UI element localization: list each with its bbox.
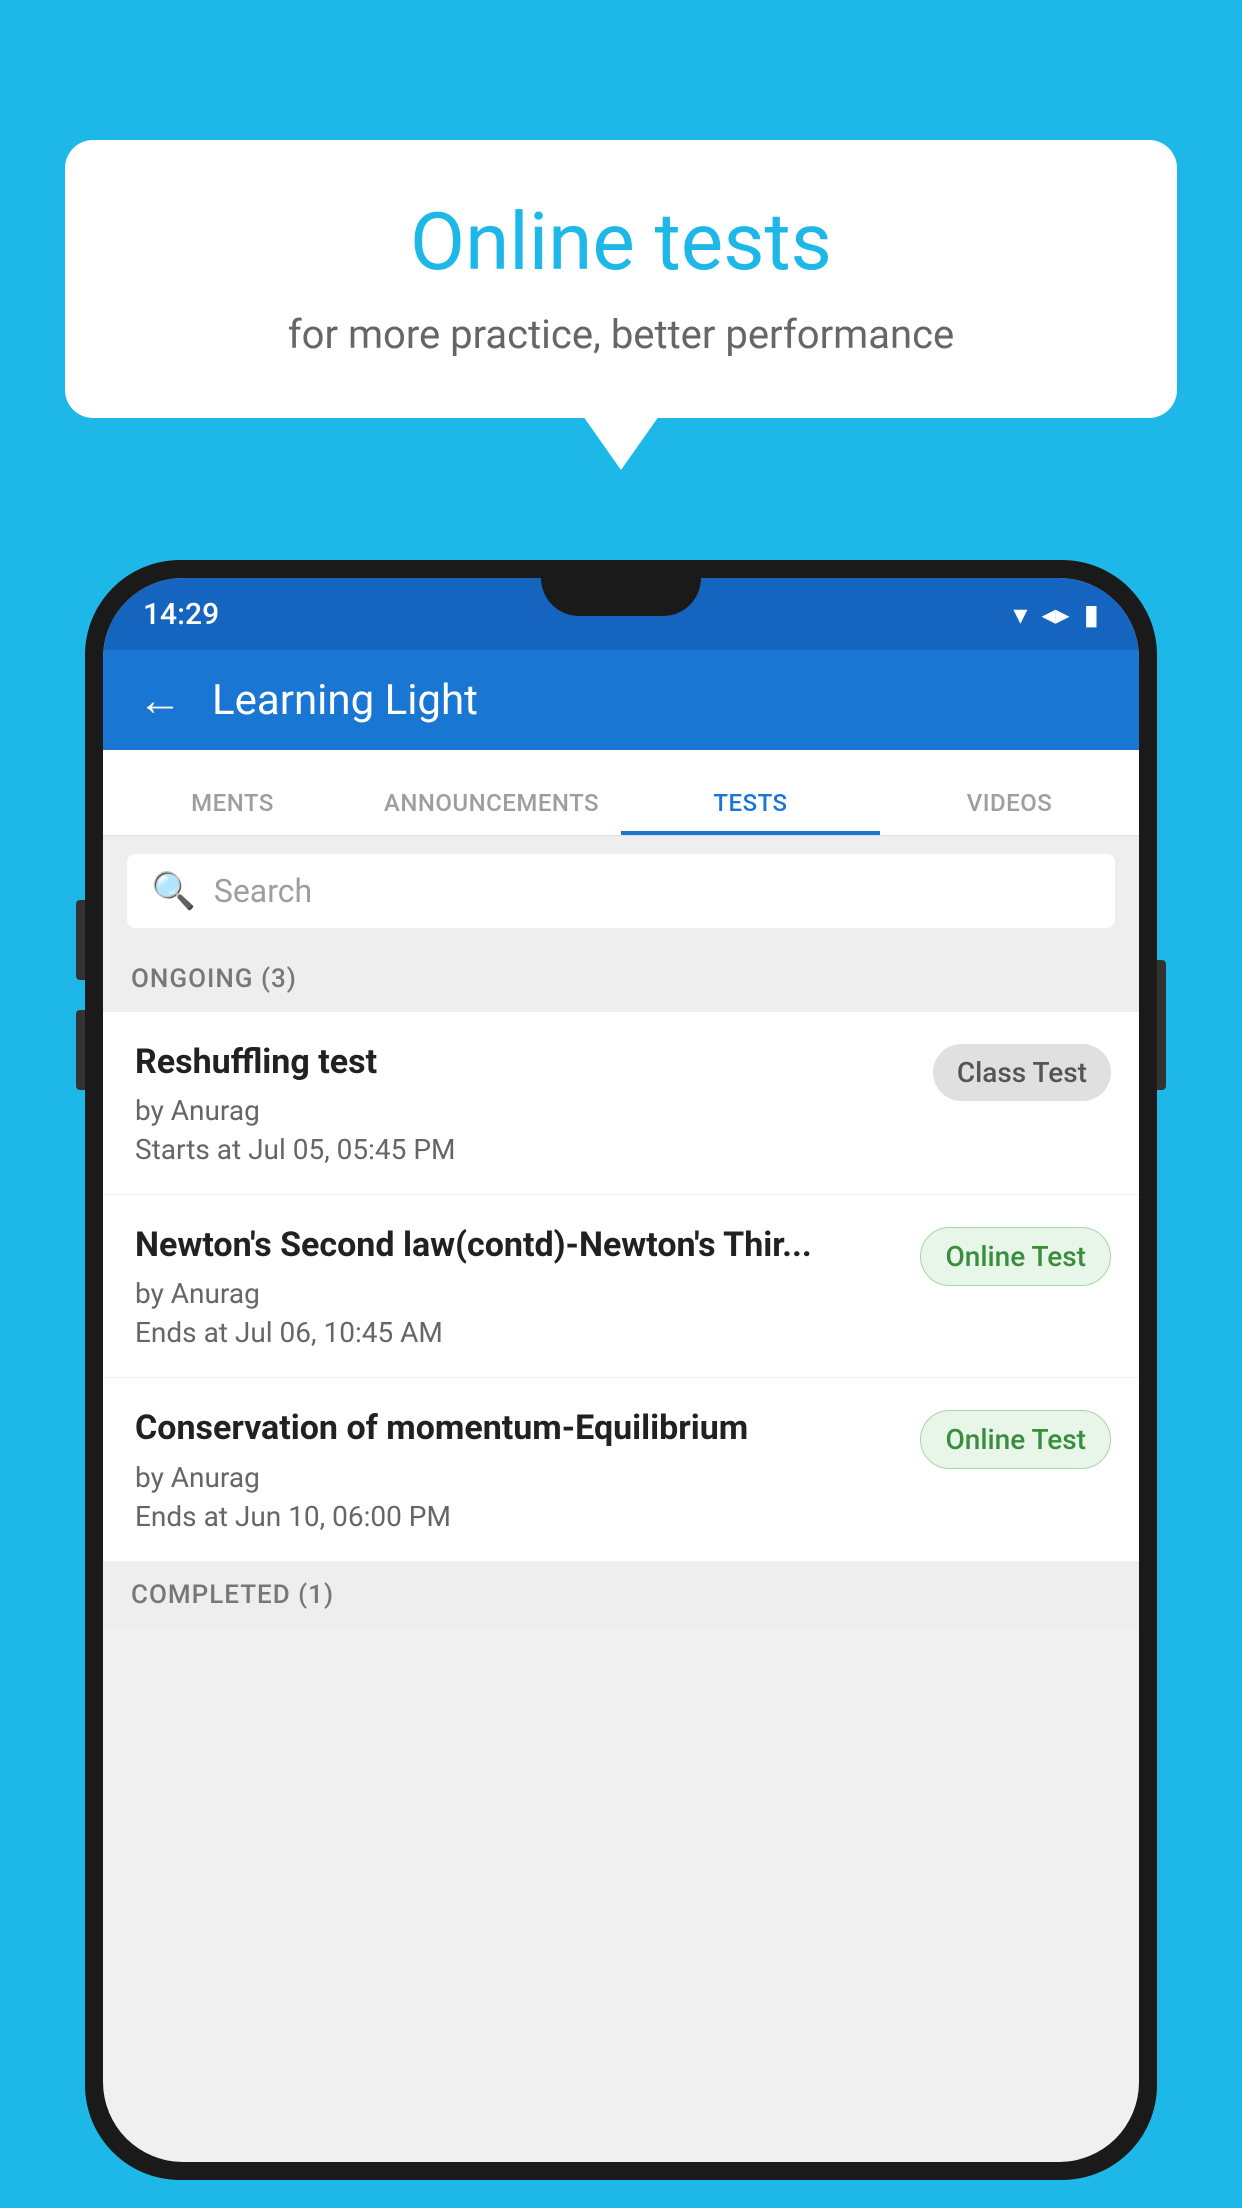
volume-down-button[interactable] (76, 1010, 85, 1090)
battery-icon: ▮ (1084, 598, 1099, 631)
tab-videos[interactable]: VIDEOS (880, 789, 1139, 835)
power-button[interactable] (1157, 960, 1166, 1090)
test-author-3: by Anurag (135, 1461, 900, 1494)
test-author-1: by Anurag (135, 1094, 913, 1127)
phone-screen: 14:29 ▾ ◂▸ ▮ ← Learning Light MENTS (103, 578, 1139, 2162)
bubble-title: Online tests (125, 195, 1117, 289)
wifi-icon: ▾ (1013, 598, 1027, 631)
status-time: 14:29 (143, 597, 219, 632)
phone-wrapper: 14:29 ▾ ◂▸ ▮ ← Learning Light MENTS (85, 560, 1157, 2208)
back-button[interactable]: ← (138, 678, 182, 722)
test-badge-2: Online Test (920, 1227, 1111, 1286)
phone-content: ← Learning Light MENTS ANNOUNCEMENTS TES… (103, 650, 1139, 2162)
tab-announcements[interactable]: ANNOUNCEMENTS (362, 789, 621, 835)
tab-tests[interactable]: TESTS (621, 789, 880, 835)
list-item[interactable]: Conservation of momentum-Equilibrium by … (103, 1378, 1139, 1561)
list-item[interactable]: Newton's Second law(contd)-Newton's Thir… (103, 1195, 1139, 1378)
test-date-2: Ends at Jul 06, 10:45 AM (135, 1316, 900, 1349)
app-bar-title: Learning Light (212, 676, 478, 725)
test-info-2: Newton's Second law(contd)-Newton's Thir… (135, 1223, 900, 1349)
list-item[interactable]: Reshuffling test by Anurag Starts at Jul… (103, 1012, 1139, 1195)
search-container: 🔍 Search (103, 836, 1139, 946)
test-author-2: by Anurag (135, 1277, 900, 1310)
test-list: Reshuffling test by Anurag Starts at Jul… (103, 1012, 1139, 1562)
test-title-2: Newton's Second law(contd)-Newton's Thir… (135, 1223, 900, 1267)
tab-ments[interactable]: MENTS (103, 789, 362, 835)
search-input[interactable]: Search (214, 872, 312, 910)
test-badge-1: Class Test (933, 1044, 1111, 1101)
status-icons: ▾ ◂▸ ▮ (1013, 598, 1099, 631)
completed-section-header: COMPLETED (1) (103, 1562, 1139, 1628)
test-info-3: Conservation of momentum-Equilibrium by … (135, 1406, 900, 1532)
tab-bar: MENTS ANNOUNCEMENTS TESTS VIDEOS (103, 750, 1139, 836)
bubble-subtitle: for more practice, better performance (125, 311, 1117, 358)
volume-up-button[interactable] (76, 900, 85, 980)
signal-icon: ◂▸ (1041, 598, 1069, 631)
test-title-1: Reshuffling test (135, 1040, 913, 1084)
phone-notch (541, 578, 701, 616)
phone-outer: 14:29 ▾ ◂▸ ▮ ← Learning Light MENTS (85, 560, 1157, 2180)
app-bar: ← Learning Light (103, 650, 1139, 750)
ongoing-section-header: ONGOING (3) (103, 946, 1139, 1012)
test-date-3: Ends at Jun 10, 06:00 PM (135, 1500, 900, 1533)
test-info-1: Reshuffling test by Anurag Starts at Jul… (135, 1040, 913, 1166)
speech-bubble: Online tests for more practice, better p… (65, 140, 1177, 418)
test-date-1: Starts at Jul 05, 05:45 PM (135, 1133, 913, 1166)
search-box[interactable]: 🔍 Search (127, 854, 1115, 928)
search-icon: 🔍 (151, 870, 196, 912)
test-badge-3: Online Test (920, 1410, 1111, 1469)
test-title-3: Conservation of momentum-Equilibrium (135, 1406, 900, 1450)
